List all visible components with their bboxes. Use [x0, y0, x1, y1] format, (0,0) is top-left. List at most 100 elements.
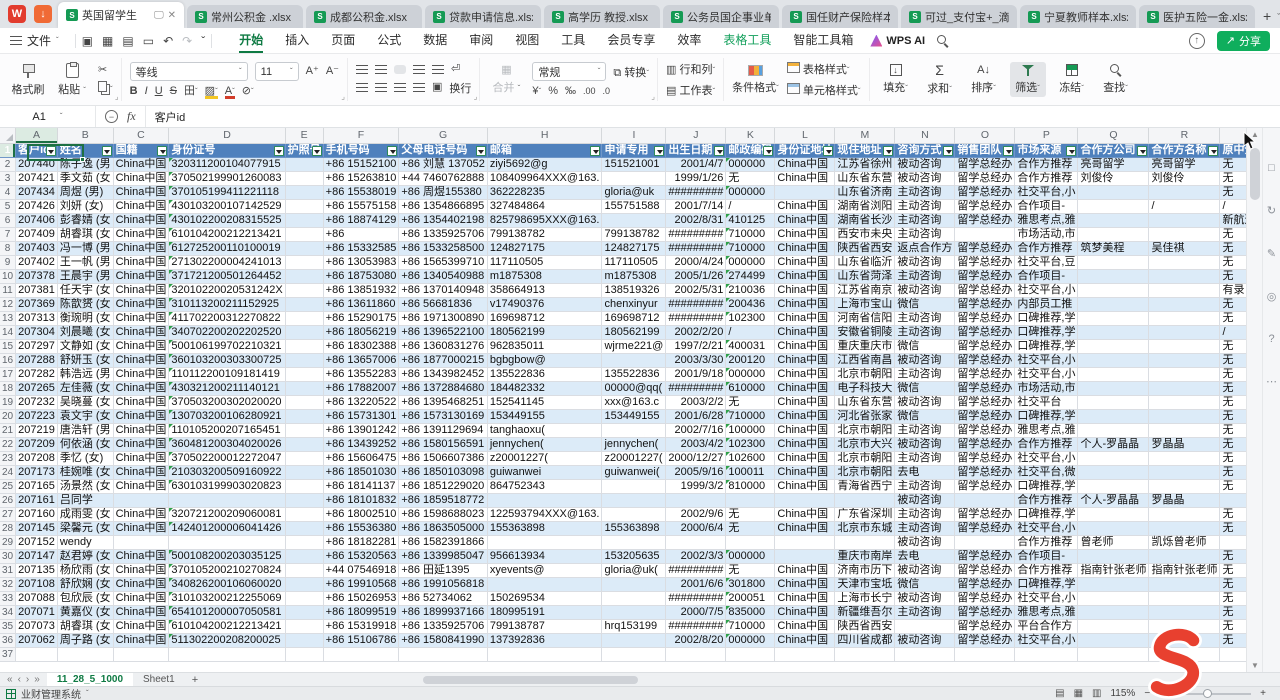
cell[interactable]: +86 1850103098 [399, 466, 487, 480]
cell[interactable]: 社交平台,豆 [1015, 256, 1078, 270]
cell[interactable]: / [726, 326, 775, 340]
rail-icon[interactable]: ◎ [1267, 290, 1277, 303]
cell[interactable]: 胡睿琪 (女 [57, 228, 113, 242]
cell[interactable]: China中国 [113, 578, 169, 592]
cell[interactable]: 微信 [895, 382, 955, 396]
grow-font-icon[interactable]: A⁺ [306, 66, 319, 77]
cell[interactable]: 无 [1220, 312, 1246, 326]
cell[interactable] [1078, 270, 1149, 284]
cell[interactable]: 000000 [726, 186, 775, 200]
cell[interactable]: 微信 [895, 578, 955, 592]
document-tab[interactable]: S 医护五险一金.xlsx 🖵 ✕ [1139, 5, 1255, 28]
cell[interactable]: +86 1899937166 [399, 606, 487, 620]
cell[interactable]: 无 [726, 508, 775, 522]
cell[interactable]: 207062 [16, 634, 58, 648]
cell[interactable]: 无 [1220, 256, 1246, 270]
ribbon-tab[interactable]: 公式 [366, 28, 412, 53]
cell[interactable] [602, 578, 666, 592]
cell[interactable]: 无 [1220, 172, 1246, 186]
filter-dropdown-icon[interactable] [274, 146, 284, 156]
cell[interactable] [285, 158, 323, 172]
cell[interactable] [285, 214, 323, 228]
cell[interactable]: +86 1340540988 [399, 270, 487, 284]
cell[interactable]: ######### [666, 564, 726, 578]
cell[interactable] [1078, 312, 1149, 326]
cell[interactable]: 371721200501264452 [169, 270, 285, 284]
cell[interactable]: 630103199903020823 [169, 480, 285, 494]
cell[interactable]: 无 [1220, 340, 1246, 354]
cell[interactable]: 370105200210270824 [169, 564, 285, 578]
cell[interactable] [1078, 228, 1149, 242]
cell[interactable]: 207147 [16, 550, 58, 564]
cell[interactable]: 207402 [16, 256, 58, 270]
cell[interactable]: 810000 [726, 480, 775, 494]
cell[interactable] [16, 648, 58, 662]
row-header-25[interactable]: 25 [0, 480, 16, 494]
filter-dropdown-icon[interactable] [823, 146, 833, 156]
floating-app-logo[interactable] [1132, 624, 1219, 700]
cell[interactable]: +86 15026953 [323, 592, 399, 606]
cell[interactable]: jennychen( [602, 438, 666, 452]
cell[interactable]: 207403 [16, 242, 58, 256]
cell[interactable]: 无 [1220, 186, 1246, 200]
cell[interactable]: +86 15263810 [323, 172, 399, 186]
cell[interactable]: 指南针张老师 [1078, 564, 1149, 578]
cell[interactable] [602, 214, 666, 228]
cell[interactable]: 110112200109181419 [169, 368, 285, 382]
row-header-34[interactable]: 34 [0, 606, 16, 620]
paste-button[interactable]: 粘贴 ˇ [54, 63, 90, 97]
cell[interactable]: +86 13851932 [323, 284, 399, 298]
cell[interactable]: gloria@uk [602, 186, 666, 200]
cell[interactable]: 207409 [16, 228, 58, 242]
cell[interactable]: 2002/8/20 [666, 634, 726, 648]
cell[interactable]: 207265 [16, 382, 58, 396]
cell[interactable] [1149, 312, 1220, 326]
cell[interactable]: +86 18099519 [323, 606, 399, 620]
cell[interactable]: 169698712 [602, 312, 666, 326]
cell[interactable] [487, 578, 602, 592]
cell[interactable]: 指南针张老师 [1149, 564, 1220, 578]
cell[interactable]: 北京市东城 [835, 522, 895, 536]
sheet-tab[interactable]: Sheet1 [133, 673, 185, 687]
cell[interactable]: v17490376 [487, 298, 602, 312]
cell[interactable] [285, 648, 323, 662]
cell[interactable] [285, 396, 323, 410]
cell[interactable]: +86 1339985047 [399, 550, 487, 564]
cell[interactable]: 207152 [16, 536, 58, 550]
cell[interactable] [285, 354, 323, 368]
search-icon[interactable] [937, 35, 949, 47]
cell[interactable] [1078, 186, 1149, 200]
cell[interactable]: 社交平台 [1015, 396, 1078, 410]
cell[interactable] [895, 620, 955, 634]
cell[interactable]: China中国 [775, 214, 835, 228]
cell[interactable]: 留学总经办 [955, 312, 1015, 326]
select-all-corner[interactable] [0, 128, 16, 143]
cell[interactable]: 无 [726, 522, 775, 536]
cell[interactable]: 无 [1220, 606, 1246, 620]
row-header-13[interactable]: 13 [0, 312, 16, 326]
cell[interactable]: 主动咨询 [895, 200, 955, 214]
increase-decimal-button[interactable]: .00 [583, 87, 596, 96]
header-cell[interactable]: 邮政编码 [726, 143, 775, 158]
row-header-32[interactable]: 32 [0, 578, 16, 592]
cell[interactable]: 去电 [895, 466, 955, 480]
cell[interactable]: 207071 [16, 606, 58, 620]
cell[interactable]: 135522836 [487, 368, 602, 382]
cell[interactable]: +86 18874129 [323, 214, 399, 228]
cell[interactable] [1078, 354, 1149, 368]
cell[interactable]: 320311200104077915 [169, 158, 285, 172]
cell[interactable]: China中国 [113, 312, 169, 326]
cell[interactable]: 654101200007050581 [169, 606, 285, 620]
cell[interactable]: +86 1582391866 [399, 536, 487, 550]
cell[interactable] [1078, 606, 1149, 620]
cell[interactable]: 610104200212213421 [169, 620, 285, 634]
cell[interactable]: China中国 [113, 620, 169, 634]
row-header-9[interactable]: 9 [0, 256, 16, 270]
cell[interactable]: 无 [1220, 270, 1246, 284]
cell[interactable]: 成雨雯 (女 [57, 508, 113, 522]
cell[interactable]: 无 [1220, 480, 1246, 494]
cell[interactable] [1149, 466, 1220, 480]
cell[interactable]: 留学总经办 [955, 452, 1015, 466]
cell[interactable]: 无 [1220, 550, 1246, 564]
cell[interactable]: 207426 [16, 200, 58, 214]
